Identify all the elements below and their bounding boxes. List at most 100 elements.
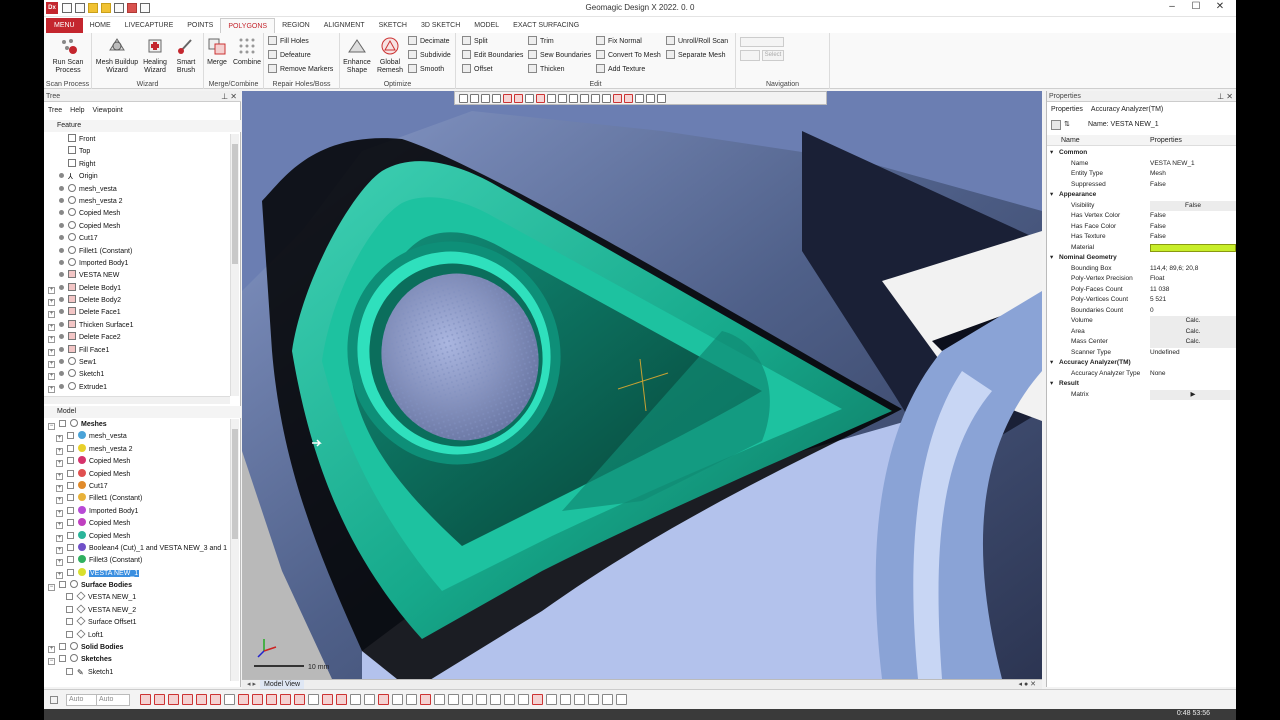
expand-icon[interactable]: + bbox=[48, 385, 55, 393]
visibility-checkbox[interactable] bbox=[59, 643, 66, 651]
visibility-checkbox[interactable] bbox=[67, 432, 74, 440]
select-mode-icon[interactable] bbox=[490, 694, 501, 705]
property-row[interactable]: Area Calc. bbox=[1047, 326, 1236, 337]
select-mode-icon[interactable] bbox=[518, 694, 529, 705]
visibility-checkbox[interactable] bbox=[66, 667, 73, 675]
select-mode-icon[interactable] bbox=[322, 694, 333, 705]
view-filter-icon[interactable] bbox=[613, 94, 622, 103]
tab-points[interactable]: POINTS bbox=[180, 18, 220, 33]
select-mode-icon[interactable] bbox=[546, 694, 557, 705]
minimize-icon[interactable]: – bbox=[1160, 1, 1184, 12]
select-mode-icon[interactable] bbox=[448, 694, 459, 705]
trim-button[interactable]: Trim bbox=[528, 36, 554, 48]
view-highlight-icon[interactable] bbox=[635, 94, 644, 103]
select-mode-icon[interactable] bbox=[420, 694, 431, 705]
expand-icon[interactable]: + bbox=[56, 435, 63, 443]
maximize-icon[interactable]: ☐ bbox=[1184, 1, 1208, 12]
visibility-checkbox[interactable] bbox=[67, 556, 74, 564]
visibility-checkbox[interactable] bbox=[66, 593, 73, 601]
view-select-lasso-icon[interactable] bbox=[569, 94, 578, 103]
3d-scan-render[interactable]: 10 mm bbox=[242, 91, 1042, 679]
visibility-checkbox[interactable] bbox=[66, 630, 73, 638]
expand-icon[interactable]: + bbox=[56, 559, 63, 567]
visibility-dot-icon[interactable] bbox=[59, 197, 64, 203]
select-mode-icon[interactable] bbox=[574, 694, 585, 705]
expand-icon[interactable]: − bbox=[48, 423, 55, 430]
smooth-button[interactable]: Smooth bbox=[408, 64, 444, 76]
combine-button[interactable]: Combine bbox=[232, 36, 262, 67]
sketches-group[interactable]: − Sketches bbox=[44, 654, 230, 666]
separate-mesh-button[interactable]: Separate Mesh bbox=[666, 50, 725, 62]
model-viewport[interactable]: 10 mm bbox=[242, 91, 1042, 679]
tab-polygons[interactable]: POLYGONS bbox=[220, 18, 276, 33]
view-front-icon[interactable] bbox=[492, 94, 501, 103]
view-split-icon[interactable] bbox=[525, 94, 534, 103]
expand-icon[interactable]: + bbox=[56, 509, 63, 517]
tree-item[interactable]: mesh_vesta 2 bbox=[44, 195, 230, 208]
view-cube-icon[interactable] bbox=[470, 94, 479, 103]
view-select-paint-icon[interactable] bbox=[602, 94, 611, 103]
select-mode-icon[interactable] bbox=[196, 694, 207, 705]
property-value[interactable]: Calc. bbox=[1150, 316, 1236, 327]
select-mode-icon[interactable] bbox=[252, 694, 263, 705]
property-row[interactable]: Visibility False bbox=[1047, 200, 1236, 211]
surface-item[interactable]: Surface Offset1 bbox=[44, 616, 230, 629]
expand-icon[interactable]: + bbox=[56, 534, 63, 542]
expand-icon[interactable]: − bbox=[48, 584, 55, 592]
visibility-dot-icon[interactable] bbox=[59, 297, 64, 303]
visibility-dot-icon[interactable] bbox=[59, 259, 64, 265]
visibility-checkbox[interactable] bbox=[67, 469, 74, 477]
visibility-checkbox[interactable] bbox=[59, 581, 66, 589]
select-mode-icon[interactable] bbox=[392, 694, 403, 705]
expand-icon[interactable]: + bbox=[56, 522, 63, 530]
view-select-rect-icon[interactable] bbox=[558, 94, 567, 103]
select-mode-icon[interactable] bbox=[588, 694, 599, 705]
select-mode-icon[interactable] bbox=[602, 694, 613, 705]
visibility-checkbox[interactable] bbox=[67, 444, 74, 452]
sort-category-icon[interactable] bbox=[1051, 120, 1061, 130]
expand-icon[interactable]: + bbox=[48, 646, 55, 654]
expand-icon[interactable]: + bbox=[56, 571, 63, 579]
mesh-item[interactable]: + mesh_vesta bbox=[44, 431, 230, 443]
model-section-header[interactable]: Model bbox=[44, 406, 241, 418]
expand-icon[interactable]: − bbox=[48, 658, 55, 666]
visibility-dot-icon[interactable] bbox=[59, 359, 64, 365]
property-row[interactable]: Mass Center Calc. bbox=[1047, 337, 1236, 348]
sort-alpha-icon[interactable]: ⇅ bbox=[1064, 120, 1070, 128]
visibility-checkbox[interactable] bbox=[67, 531, 74, 539]
property-value[interactable]: Calc. bbox=[1150, 326, 1236, 337]
select-mode-icon[interactable] bbox=[210, 694, 221, 705]
mesh-item[interactable]: + Imported Body1 bbox=[44, 505, 230, 518]
view-options-icon[interactable] bbox=[657, 94, 666, 103]
tree-item[interactable]: Fillet1 (Constant) bbox=[44, 245, 230, 258]
panel-pin-close-icon[interactable]: ⊥ ✕ bbox=[221, 91, 237, 102]
tree-item[interactable]: Copied Mesh bbox=[44, 220, 230, 233]
expand-icon[interactable]: + bbox=[48, 299, 55, 307]
select-mode-icon[interactable] bbox=[406, 694, 417, 705]
visibility-dot-icon[interactable] bbox=[59, 371, 64, 377]
select-mode-icon[interactable] bbox=[350, 694, 361, 705]
view-select-brush-icon[interactable] bbox=[591, 94, 600, 103]
tree-item[interactable]: + Sketch1 bbox=[44, 369, 230, 381]
tree-item[interactable]: Copied Mesh bbox=[44, 208, 230, 220]
expand-icon[interactable]: + bbox=[48, 323, 55, 331]
tree-item[interactable]: + Sew1 bbox=[44, 357, 230, 369]
mesh-item[interactable]: + Cut17 bbox=[44, 480, 230, 493]
select-mode-icon[interactable] bbox=[504, 694, 515, 705]
convert-to-mesh-button[interactable]: Convert To Mesh bbox=[596, 50, 661, 62]
tree-item[interactable]: + Delete Body2 bbox=[44, 295, 230, 307]
tab-menu[interactable]: MENU bbox=[46, 18, 83, 33]
select-mode-icon[interactable] bbox=[532, 694, 543, 705]
status-select-icon[interactable] bbox=[50, 696, 58, 704]
select-mode-icon[interactable] bbox=[364, 694, 375, 705]
collapse-icon[interactable]: ▾ bbox=[1050, 358, 1053, 369]
mesh-item[interactable]: + Fillet1 (Constant) bbox=[44, 493, 230, 505]
meshes-group[interactable]: − Meshes bbox=[44, 419, 230, 431]
visibility-dot-icon[interactable] bbox=[59, 210, 64, 216]
collapse-icon[interactable]: ▾ bbox=[1050, 190, 1053, 201]
tab-sketch[interactable]: SKETCH bbox=[372, 18, 414, 33]
tree-item[interactable]: mesh_vesta bbox=[44, 183, 230, 196]
collapse-icon[interactable]: ▾ bbox=[1050, 379, 1053, 390]
view-mode-icon[interactable] bbox=[459, 94, 468, 103]
tree-item[interactable]: + Fill Face1 bbox=[44, 344, 230, 357]
